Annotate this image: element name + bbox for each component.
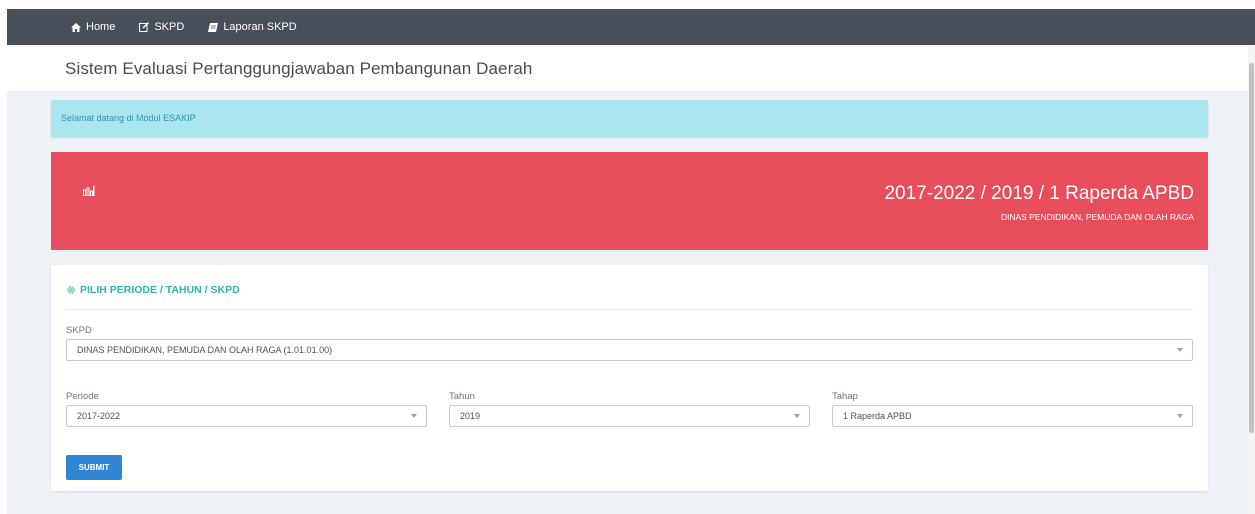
tahun-select-value: 2019 (460, 411, 481, 421)
nav-skpd-label: SKPD (154, 21, 185, 33)
chevron-down-icon (411, 414, 417, 418)
nav-home-label: Home (86, 21, 116, 33)
welcome-alert-text: Selamat datang di Modul ESAKIP (61, 113, 196, 123)
page-scrollbar[interactable] (1248, 45, 1255, 514)
skpd-label: SKPD (66, 325, 92, 336)
skpd-select[interactable]: DINAS PENDIDIKAN, PEMUDA DAN OLAH RAGA (… (66, 339, 1193, 361)
submit-button[interactable]: SUBMIT (66, 455, 122, 480)
chevron-down-icon (1177, 414, 1183, 418)
filter-card-title: PILIH PERIODE / TAHUN / SKPD (66, 284, 240, 296)
periode-select-value: 2017-2022 (77, 411, 121, 421)
tahap-select[interactable]: 1 Raperda APBD (832, 405, 1193, 427)
chevron-down-icon (794, 414, 800, 418)
gear-icon (67, 286, 75, 294)
nav-home[interactable]: Home (71, 21, 115, 33)
book-icon (208, 22, 219, 32)
welcome-alert: Selamat datang di Modul ESAKIP (51, 100, 1208, 137)
summary-banner: 2017-2022 / 2019 / 1 Raperda APBD DINAS … (51, 152, 1208, 250)
chevron-down-icon (1177, 348, 1183, 352)
nav-skpd[interactable]: SKPD (139, 21, 184, 33)
page-title: Sistem Evaluasi Pertanggungjawaban Pemba… (65, 59, 533, 78)
banner-subtitle: DINAS PENDIDIKAN, PEMUDA DAN OLAH RAGA (1000, 212, 1194, 222)
periode-select[interactable]: 2017-2022 (66, 405, 427, 427)
nav-laporan-skpd-label: Laporan SKPD (223, 21, 297, 33)
top-navbar: Home SKPD Laporan SKPD (7, 9, 1255, 45)
filter-card-title-text: PILIH PERIODE / TAHUN / SKPD (80, 284, 240, 296)
filter-card: PILIH PERIODE / TAHUN / SKPD SKPD DINAS … (51, 265, 1208, 491)
tahap-label: Tahap (832, 391, 858, 402)
tahun-select[interactable]: 2019 (449, 405, 810, 427)
scrollbar-thumb[interactable] (1249, 63, 1254, 433)
tahun-label: Tahun (449, 391, 475, 402)
skpd-select-value: DINAS PENDIDIKAN, PEMUDA DAN OLAH RAGA (… (77, 345, 333, 355)
page-header: Sistem Evaluasi Pertanggungjawaban Pemba… (7, 45, 1255, 91)
tahap-select-value: 1 Raperda APBD (843, 411, 912, 421)
home-icon (71, 22, 81, 32)
card-divider (66, 309, 1193, 310)
edit-icon (139, 22, 150, 32)
nav-laporan-skpd[interactable]: Laporan SKPD (208, 21, 297, 33)
bar-chart-icon (83, 185, 95, 196)
main-content: Selamat datang di Modul ESAKIP 2017-2022… (7, 91, 1248, 514)
periode-label: Periode (66, 391, 99, 402)
banner-title: 2017-2022 / 2019 / 1 Raperda APBD (884, 183, 1194, 204)
